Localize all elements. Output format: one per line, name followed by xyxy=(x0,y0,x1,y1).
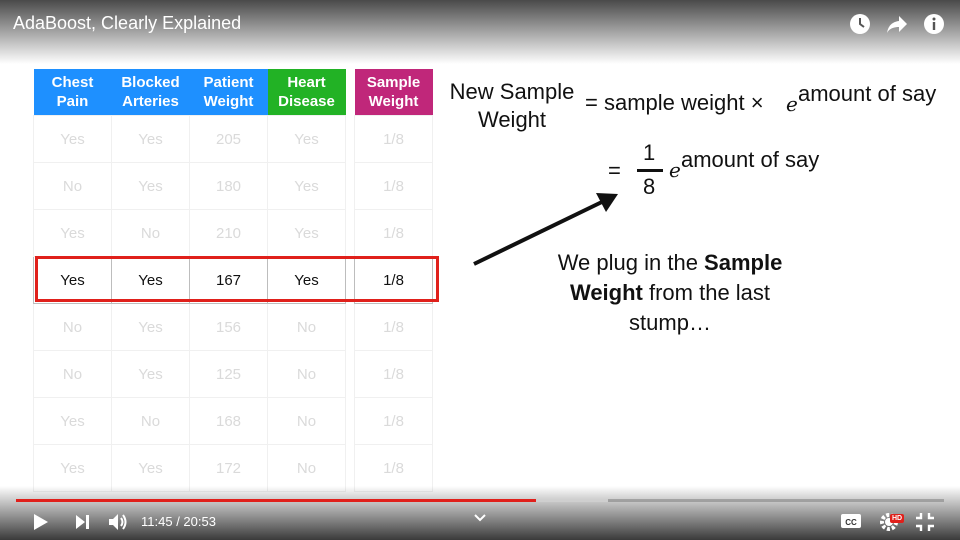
highlight-box xyxy=(35,256,439,302)
next-icon[interactable] xyxy=(72,512,92,532)
header-chest-pain: Chest Pain xyxy=(33,69,112,116)
info-icon[interactable] xyxy=(922,12,946,36)
clock-icon[interactable] xyxy=(848,12,872,36)
video-title[interactable]: AdaBoost, Clearly Explained xyxy=(13,13,241,34)
euler-e-2: e xyxy=(669,158,681,182)
equation-exponent: amount of say xyxy=(798,81,937,106)
time-display: 11:45 / 20:53 xyxy=(141,514,216,529)
svg-text:CC: CC xyxy=(845,518,857,527)
equation-rhs: = sample weight × xyxy=(585,90,764,115)
equals-sign: = xyxy=(608,158,621,183)
annotation-text: We plug in the Sample Weight from the la… xyxy=(557,250,783,335)
table-row: Yes Yes 205 Yes 1/8 xyxy=(33,115,433,163)
table-row: No Yes 180 Yes 1/8 xyxy=(33,162,433,210)
table-row: Yes No 168 No 1/8 xyxy=(33,397,433,445)
header-heart-disease: Heart Disease xyxy=(267,69,346,116)
chevron-down-icon[interactable] xyxy=(472,512,488,524)
table-row: No Yes 125 No 1/8 xyxy=(33,350,433,398)
fraction-numerator: 1 xyxy=(643,140,656,165)
header-blocked-arteries: Blocked Arteries xyxy=(111,69,190,116)
header-patient-weight: Patient Weight xyxy=(189,69,268,116)
header-sample-weight: Sample Weight xyxy=(354,69,433,116)
fraction-bar xyxy=(637,169,663,172)
captions-icon[interactable]: CC xyxy=(840,512,862,530)
table-row: No Yes 156 No 1/8 xyxy=(33,303,433,351)
progress-played xyxy=(16,499,536,502)
hd-badge: HD xyxy=(890,514,905,523)
table-row: Yes No 210 Yes 1/8 xyxy=(33,209,433,257)
equation-exponent-2: amount of say xyxy=(681,147,820,172)
volume-icon[interactable] xyxy=(106,510,130,534)
fullscreen-exit-icon[interactable] xyxy=(914,511,936,533)
euler-e: e xyxy=(786,92,798,116)
share-icon[interactable] xyxy=(885,12,909,36)
play-icon[interactable] xyxy=(30,512,50,532)
fraction-denominator: 8 xyxy=(643,174,656,199)
table-row: Yes Yes 172 No 1/8 xyxy=(33,444,433,492)
equation-lhs: New Sample Weight xyxy=(449,79,575,132)
